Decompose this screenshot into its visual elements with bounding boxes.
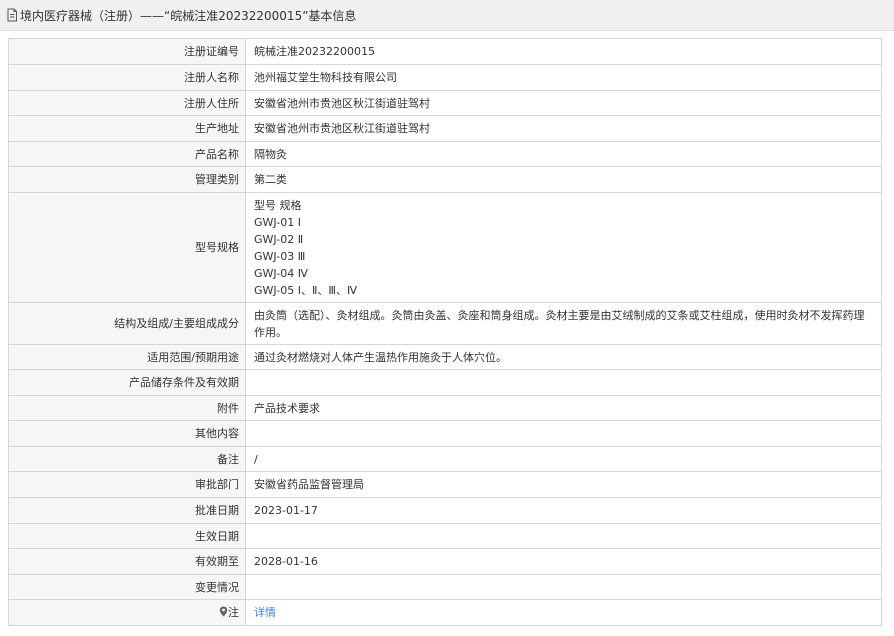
- table-row: 生效日期: [8, 523, 882, 549]
- spec-line: GWJ-01 Ⅰ: [254, 215, 301, 229]
- spec-line: GWJ-02 Ⅱ: [254, 232, 304, 246]
- page-title: 境内医疗器械（注册）——“皖械注准20232200015”基本信息: [20, 8, 357, 23]
- table-row: 附件 产品技术要求: [8, 395, 882, 421]
- row-label: 适用范围/预期用途: [8, 344, 246, 370]
- spec-line: GWJ-05 Ⅰ、Ⅱ、Ⅲ、Ⅳ: [254, 283, 358, 297]
- row-label: 备注: [8, 446, 246, 472]
- table-row: 审批部门 安徽省药品监督管理局: [8, 471, 882, 498]
- spec-line: GWJ-04 Ⅳ: [254, 266, 308, 280]
- row-value: [245, 420, 882, 447]
- row-value: /: [245, 446, 882, 472]
- details-link[interactable]: 详情: [254, 606, 276, 619]
- row-value: 第二类: [245, 166, 882, 193]
- map-pin-icon: [219, 605, 228, 617]
- table-row: 有效期至 2028-01-16: [8, 548, 882, 575]
- row-label: 注册人住所: [8, 90, 246, 116]
- table-row: 适用范围/预期用途 通过灸材燃烧对人体产生温热作用施灸于人体穴位。: [8, 344, 882, 370]
- table-row: 产品储存条件及有效期: [8, 369, 882, 396]
- row-label: 注册人名称: [8, 64, 246, 91]
- row-value: 2028-01-16: [245, 548, 882, 575]
- row-value: 安徽省池州市贵池区秋江街道驻驾村: [245, 90, 882, 116]
- table-row: 注册人住所 安徽省池州市贵池区秋江街道驻驾村: [8, 90, 882, 116]
- table-row: 其他内容: [8, 420, 882, 447]
- document-icon: [6, 8, 18, 22]
- table-row: 注册人名称 池州福艾堂生物科技有限公司: [8, 64, 882, 91]
- table-row: 产品名称 隔物灸: [8, 141, 882, 167]
- table-row: 注 详情: [8, 599, 882, 626]
- row-value: 通过灸材燃烧对人体产生温热作用施灸于人体穴位。: [245, 344, 882, 370]
- row-value: 安徽省池州市贵池区秋江街道驻驾村: [245, 115, 882, 142]
- row-label: 批准日期: [8, 497, 246, 524]
- table-row: 型号规格 型号 规格 GWJ-01 Ⅰ GWJ-02 Ⅱ GWJ-03 Ⅲ GW…: [8, 192, 882, 303]
- row-label: 审批部门: [8, 471, 246, 498]
- row-value: 皖械注准20232200015: [245, 38, 882, 65]
- row-value: [245, 369, 882, 396]
- note-value: 详情: [245, 599, 882, 626]
- note-label-text: 注: [228, 606, 239, 619]
- row-value: 由灸筒（选配）、灸材组成。灸筒由灸盖、灸座和筒身组成。灸材主要是由艾绒制成的艾条…: [245, 302, 882, 345]
- model-spec-list: 型号 规格 GWJ-01 Ⅰ GWJ-02 Ⅱ GWJ-03 Ⅲ GWJ-04 …: [245, 192, 882, 303]
- row-value: 池州福艾堂生物科技有限公司: [245, 64, 882, 91]
- row-label: 型号规格: [8, 192, 246, 303]
- page-header: 境内医疗器械（注册）——“皖械注准20232200015”基本信息: [0, 0, 894, 31]
- table-row: 结构及组成/主要组成成分 由灸筒（选配）、灸材组成。灸筒由灸盖、灸座和筒身组成。…: [8, 302, 882, 345]
- row-label: 注册证编号: [8, 38, 246, 65]
- row-label: 其他内容: [8, 420, 246, 447]
- row-label: 产品名称: [8, 141, 246, 167]
- info-table: 注册证编号 皖械注准20232200015 注册人名称 池州福艾堂生物科技有限公…: [8, 38, 882, 626]
- row-label: 产品储存条件及有效期: [8, 369, 246, 396]
- row-value: 产品技术要求: [245, 395, 882, 421]
- row-label: 管理类别: [8, 166, 246, 193]
- row-value: [245, 574, 882, 600]
- row-label: 变更情况: [8, 574, 246, 600]
- row-value: 隔物灸: [245, 141, 882, 167]
- row-label: 附件: [8, 395, 246, 421]
- table-row: 管理类别 第二类: [8, 166, 882, 193]
- table-row: 备注 /: [8, 446, 882, 472]
- row-value: [245, 523, 882, 549]
- table-row: 变更情况: [8, 574, 882, 600]
- row-value: 2023-01-17: [245, 497, 882, 524]
- row-label: 有效期至: [8, 548, 246, 575]
- table-row: 注册证编号 皖械注准20232200015: [8, 38, 882, 65]
- row-label: 生产地址: [8, 115, 246, 142]
- table-row: 批准日期 2023-01-17: [8, 497, 882, 524]
- spec-line: GWJ-03 Ⅲ: [254, 249, 306, 263]
- spec-line: 型号 规格: [254, 198, 302, 212]
- row-value: 安徽省药品监督管理局: [245, 471, 882, 498]
- row-label: 结构及组成/主要组成成分: [8, 302, 246, 345]
- table-row: 生产地址 安徽省池州市贵池区秋江街道驻驾村: [8, 115, 882, 142]
- note-label: 注: [8, 599, 246, 626]
- row-label: 生效日期: [8, 523, 246, 549]
